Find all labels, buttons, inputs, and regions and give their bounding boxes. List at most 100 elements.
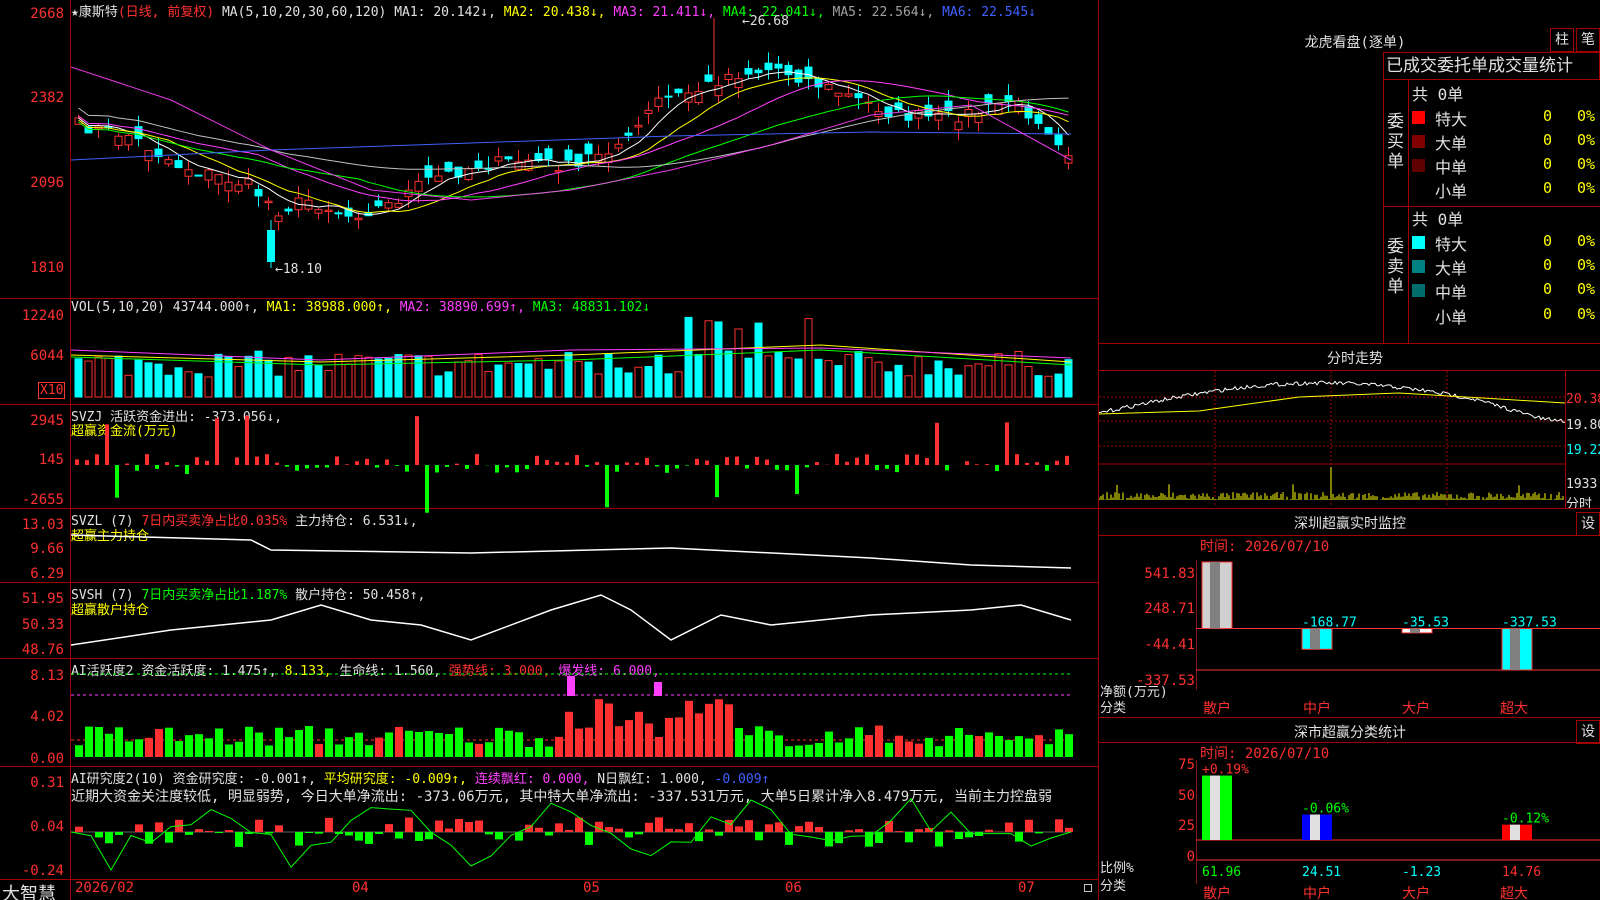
research-bar [135,824,143,832]
row-pct: 0% [1577,305,1596,323]
volume-bar [874,361,883,398]
buy-total: 共 0单 [1412,85,1464,104]
volume-bar [954,374,963,398]
sz-stats-settings-button[interactable]: 设 [1576,720,1600,744]
intraday-chart[interactable] [1099,371,1565,507]
row-pct: 0% [1577,131,1596,149]
volume-bar [134,359,143,398]
volume-bar [694,353,703,398]
research-bar [205,830,213,832]
volume-bar [654,354,663,398]
money-flow-bar [305,465,309,469]
candle-body [414,180,423,192]
activity-bar [325,728,333,757]
money-flow-bar [135,465,139,471]
activity-bar [735,727,743,757]
research-bar [445,828,453,832]
candle-body [544,148,553,160]
research-bar [935,832,943,847]
candle-body [764,62,773,71]
money-flow-bar [815,462,819,465]
research-bar [545,832,553,836]
activity-bar [395,726,403,757]
activity-bar [425,731,433,757]
sz-monitor-settings-button[interactable]: 设 [1576,512,1600,536]
candle-body [384,202,393,209]
activity-bar [125,741,133,757]
volume-bar [984,365,993,398]
money-flow-bar [155,465,159,469]
volume-bar [764,355,773,398]
bar-value-label: 541.83 [1200,560,1247,564]
sz-monitor-xlabel: 分类 [1100,701,1127,716]
money-flow-bar [855,457,859,465]
volume-bar [774,351,783,398]
money-flow-bar [895,465,899,473]
volume-bar [374,358,383,398]
sz-stats-title: 深市超赢分类统计 [1294,725,1406,741]
money-flow-bar [205,460,209,465]
activity-bar [205,738,213,757]
kline-chart-canvas[interactable] [71,0,1098,879]
activity-bar [565,711,573,757]
money-flow-bar [595,462,599,465]
research-bar [415,832,423,841]
volume-bar [704,320,713,398]
money-flow-bar [235,457,239,465]
activity-bar [654,682,662,696]
activity-bar [335,744,343,757]
lhb-divider [1383,80,1384,343]
research-bar [295,832,303,846]
research-bar [215,832,223,834]
bar-mode-button[interactable]: 柱 [1550,28,1574,52]
volume-bar [354,355,363,398]
volume-bar [274,375,283,398]
volume-bar [264,359,273,398]
date-axis-label: 07 [1018,880,1035,896]
activity-bar [555,736,563,757]
money-flow-bar [505,465,509,468]
candle-body [284,208,293,212]
intraday-axis-label: 19.22 [1566,443,1600,458]
volume-bar [904,375,913,398]
sz-monitor-chart[interactable]: 541.83 -168.77 -35.53 -337.53 [1196,560,1600,690]
research-bar [895,831,903,832]
ratio-bar-highlight [1510,824,1520,840]
money-flow-bar [775,465,779,470]
money-flow-bar [455,463,459,465]
research-bar [845,830,853,832]
category-label: 大户 [1402,701,1430,717]
bar-value-label: -337.53 [1502,616,1557,631]
activity-bar [645,723,653,757]
research-bar [945,830,953,832]
money-flow-bar [265,454,269,465]
row-pct: 0% [1577,256,1596,274]
tick-mode-button[interactable]: 笔 [1576,28,1600,52]
volume-bar [484,371,493,398]
research-bar [495,832,503,840]
research-bar [725,819,733,832]
candle-body [1044,127,1053,135]
sz-stats-chart[interactable]: +0.19% 61.96 -0.06% 24.51 -1.23 -0.12% 14.76 [1196,760,1600,884]
lock-icon[interactable] [1084,884,1092,892]
money-flow-bar [185,465,189,474]
volume-bar [824,360,833,398]
candle-body [214,174,223,185]
row-pct: 0% [1577,232,1596,250]
row-count: 0 [1543,256,1553,274]
volume-bar [364,356,373,398]
activity-bar [795,745,803,757]
research-bar [665,828,673,832]
research-bar [795,826,803,832]
panel-divider [1098,742,1600,743]
avg-price-line [1099,392,1565,415]
activity-bar [695,713,703,757]
activity-bar [975,736,983,757]
money-flow-bar [495,465,499,473]
research-bar [195,829,203,832]
candle-body [774,63,783,69]
candle-body [824,84,833,90]
research-bar [595,821,603,832]
activity-bar [95,727,103,757]
activity-bar [1005,740,1013,757]
